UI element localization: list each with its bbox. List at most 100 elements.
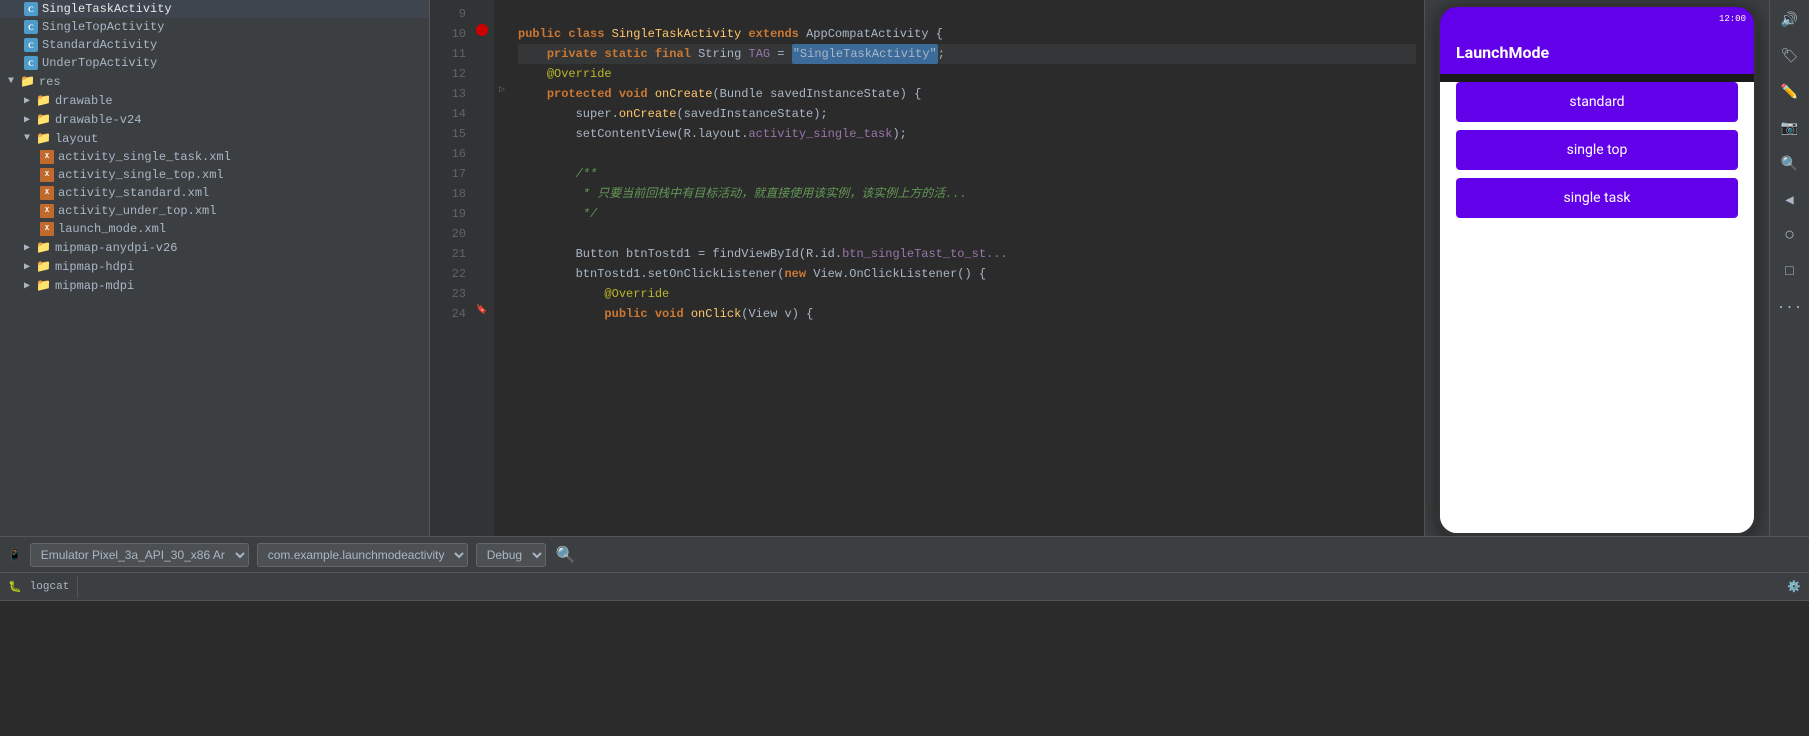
right-toolbar: 🔊 🏷 ✏️ 📷 🔍 ◀ ○ □ ··· xyxy=(1769,0,1809,536)
class-icon: C xyxy=(24,38,38,52)
sidebar-item-activity-under-top-xml[interactable]: X activity_under_top.xml xyxy=(0,202,429,220)
sidebar-item-layout[interactable]: ▼ 📁 layout xyxy=(0,129,429,148)
code-line-17: /** xyxy=(518,164,1416,184)
build-select[interactable]: Debug xyxy=(476,543,546,567)
sidebar-item-label: activity_under_top.xml xyxy=(58,204,216,218)
single-top-button[interactable]: single top xyxy=(1456,130,1738,170)
sidebar-item-label: activity_standard.xml xyxy=(58,186,209,200)
class-icon: C xyxy=(24,2,38,16)
logcat-label: 🐛 xyxy=(8,580,22,594)
xml-icon: X xyxy=(40,186,54,200)
folder-icon: 📁 xyxy=(36,240,51,255)
android-device: 12:00 LaunchMode standard single top sin… xyxy=(1437,4,1757,536)
sidebar-item-mipmap-anydpi[interactable]: ▶ 📁 mipmap-anydpi-v26 xyxy=(0,238,429,257)
folder-icon: 📁 xyxy=(20,74,35,89)
sidebar-item-label: StandardActivity xyxy=(42,38,157,52)
sidebar-item-label: UnderTopActivity xyxy=(42,56,157,70)
code-line-16 xyxy=(518,144,1416,164)
sidebar-item-label: mipmap-hdpi xyxy=(55,260,134,274)
code-line-14: super.onCreate(savedInstanceState); xyxy=(518,104,1416,124)
code-content[interactable]: public class SingleTaskActivity extends … xyxy=(510,0,1424,536)
xml-icon: X xyxy=(40,204,54,218)
sidebar-item-drawable[interactable]: ▶ 📁 drawable xyxy=(0,91,429,110)
bottom-toolbar: 📱 Emulator Pixel_3a_API_30_x86 Ar com.ex… xyxy=(0,537,1809,573)
sidebar-item-launch-mode-xml[interactable]: X launch_mode.xml xyxy=(0,220,429,238)
volume-icon[interactable]: 🔊 xyxy=(1774,4,1806,36)
more-icon[interactable]: ··· xyxy=(1774,292,1806,324)
chevron-down-icon: ▼ xyxy=(24,133,30,144)
single-task-button[interactable]: single task xyxy=(1456,178,1738,218)
xml-icon: X xyxy=(40,150,54,164)
package-select[interactable]: com.example.launchmodeactivity xyxy=(257,543,468,567)
code-editor[interactable]: 9 10 11 12 13 14 15 16 17 18 19 20 21 22… xyxy=(430,0,1424,536)
code-line-15: setContentView(R.layout.activity_single_… xyxy=(518,124,1416,144)
search-button[interactable]: 🔍 xyxy=(554,543,578,567)
tag-icon[interactable]: 🏷 xyxy=(1774,40,1806,72)
code-line-11: private static final String TAG = "Singl… xyxy=(518,44,1416,64)
sidebar-item-standard-activity[interactable]: C StandardActivity xyxy=(0,36,429,54)
sidebar-item-label: mipmap-anydpi-v26 xyxy=(55,241,177,255)
logcat-content xyxy=(0,601,1809,736)
bottom-area: 📱 Emulator Pixel_3a_API_30_x86 Ar com.ex… xyxy=(0,536,1809,736)
code-line-13: protected void onCreate(Bundle savedInst… xyxy=(518,84,1416,104)
chevron-right-icon: ▶ xyxy=(24,114,30,126)
xml-icon: X xyxy=(40,222,54,236)
logcat-tabs: 🐛 logcat ⚙️ xyxy=(0,573,1809,601)
fold-panel: ▷ xyxy=(494,0,510,536)
folder-icon: 📁 xyxy=(36,93,51,108)
sidebar-item-mipmap-hdpi[interactable]: ▶ 📁 mipmap-hdpi xyxy=(0,257,429,276)
sidebar-item-label: SingleTaskActivity xyxy=(42,2,172,16)
sidebar-item-activity-standard-xml[interactable]: X activity_standard.xml xyxy=(0,184,429,202)
edit-icon[interactable]: ✏️ xyxy=(1774,76,1806,108)
sidebar-item-single-top-activity[interactable]: C SingleTopActivity xyxy=(0,18,429,36)
class-icon: C xyxy=(24,56,38,70)
code-line-9 xyxy=(518,4,1416,24)
app-content: standard single top single task xyxy=(1440,82,1754,536)
sidebar-item-label: activity_single_task.xml xyxy=(58,150,231,164)
gear-settings-icon[interactable]: ⚙️ xyxy=(1787,580,1801,594)
xml-icon: X xyxy=(40,168,54,182)
chevron-right-icon: ▶ xyxy=(24,95,30,107)
code-line-23: @Override xyxy=(518,284,1416,304)
device-icon: 📱 xyxy=(8,548,22,562)
file-tree: C SingleTaskActivity C SingleTopActivity… xyxy=(0,0,430,536)
sidebar-item-label: drawable xyxy=(55,94,113,108)
folder-icon: 📁 xyxy=(36,131,51,146)
square-icon[interactable]: □ xyxy=(1774,256,1806,288)
logcat-tab-label: logcat xyxy=(30,581,70,593)
app-title: LaunchMode xyxy=(1456,43,1549,62)
device-panel: 12:00 LaunchMode standard single top sin… xyxy=(1424,0,1769,536)
sidebar-item-label: layout xyxy=(55,132,98,146)
code-line-20 xyxy=(518,224,1416,244)
sidebar-item-label: SingleTopActivity xyxy=(42,20,164,34)
code-line-12: @Override xyxy=(518,64,1416,84)
emulator-select[interactable]: Emulator Pixel_3a_API_30_x86 Ar xyxy=(30,543,249,567)
sidebar-item-activity-single-top-xml[interactable]: X activity_single_top.xml xyxy=(0,166,429,184)
code-line-19: */ xyxy=(518,204,1416,224)
gutter-panel: 🔖 xyxy=(470,0,494,536)
sidebar-item-drawable-v24[interactable]: ▶ 📁 drawable-v24 xyxy=(0,110,429,129)
chevron-right-icon: ▶ xyxy=(24,280,30,292)
sidebar-item-res[interactable]: ▼ 📁 res xyxy=(0,72,429,91)
sidebar-item-mipmap-mdpi[interactable]: ▶ 📁 mipmap-mdpi xyxy=(0,276,429,295)
back-icon[interactable]: ◀ xyxy=(1774,184,1806,216)
folder-icon: 📁 xyxy=(36,112,51,127)
chevron-down-icon: ▼ xyxy=(8,76,14,87)
standard-button[interactable]: standard xyxy=(1456,82,1738,122)
sidebar-item-single-task-activity[interactable]: C SingleTaskActivity xyxy=(0,0,429,18)
code-line-22: btnTostd1.setOnClickListener(new View.On… xyxy=(518,264,1416,284)
sidebar-item-label: res xyxy=(39,75,61,89)
chevron-right-icon: ▶ xyxy=(24,242,30,254)
sidebar-item-label: mipmap-mdpi xyxy=(55,279,134,293)
zoom-in-icon[interactable]: 🔍 xyxy=(1774,148,1806,180)
sidebar-item-undertop-activity[interactable]: C UnderTopActivity xyxy=(0,54,429,72)
sidebar-item-activity-single-task-xml[interactable]: X activity_single_task.xml xyxy=(0,148,429,166)
camera-icon[interactable]: 📷 xyxy=(1774,112,1806,144)
circle-icon[interactable]: ○ xyxy=(1774,220,1806,252)
folder-icon: 📁 xyxy=(36,259,51,274)
code-line-24: public void onClick(View v) { xyxy=(518,304,1416,324)
folder-icon: 📁 xyxy=(36,278,51,293)
code-line-10: public class SingleTaskActivity extends … xyxy=(518,24,1416,44)
logcat-tab[interactable]: 🐛 logcat xyxy=(0,576,78,598)
code-line-18: * 只要当前回栈中有目标活动，就直接使用该实例，该实例上方的活... xyxy=(518,184,1416,204)
